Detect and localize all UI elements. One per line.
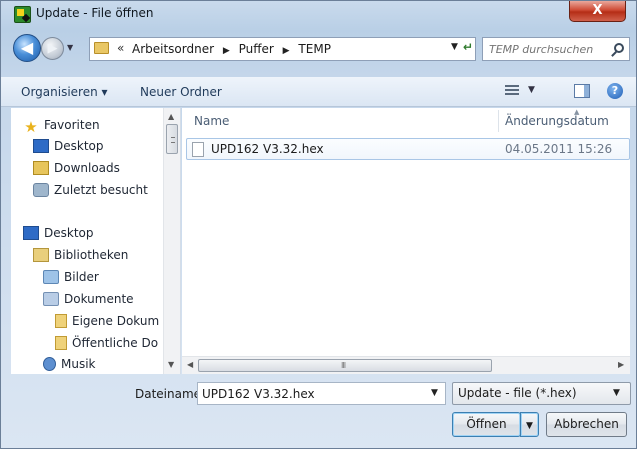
sidebar-item-oeffentliche-dokumente[interactable]: Öffentliche Do bbox=[55, 336, 158, 350]
window-title: Update - File öffnen bbox=[36, 6, 154, 20]
sidebar-item-label: Desktop bbox=[44, 226, 94, 240]
breadcrumb-separator-icon[interactable]: ▶ bbox=[223, 46, 230, 56]
breadcrumb-item-puffer[interactable]: Puffer bbox=[239, 42, 274, 56]
file-type-dropdown-icon[interactable]: ▼ bbox=[613, 388, 620, 398]
file-open-dialog: Update - File öffnen X ◀ ▶ ▼ « Arbeitsor… bbox=[0, 0, 637, 449]
organize-button[interactable]: Organisieren ▾ bbox=[21, 85, 108, 99]
grip-icon: III bbox=[341, 361, 346, 370]
sidebar-item-label: Musik bbox=[61, 357, 96, 371]
star-icon: ★ bbox=[24, 118, 38, 136]
search-icon[interactable] bbox=[614, 43, 624, 53]
breadcrumb: Arbeitsordner ▶ Puffer ▶ TEMP bbox=[132, 42, 336, 56]
file-type-select[interactable]: Update - file (*.hex) ▼ bbox=[452, 382, 631, 405]
file-name: UPD162 V3.32.hex bbox=[211, 142, 324, 156]
breadcrumb-separator-icon[interactable]: ▶ bbox=[283, 46, 290, 56]
sidebar-item-label: Zuletzt besucht bbox=[54, 183, 148, 197]
filename-label: Dateiname: bbox=[135, 387, 206, 401]
recent-places-icon bbox=[33, 183, 49, 197]
sidebar-item-label: Öffentliche Do bbox=[72, 336, 159, 350]
folder-icon bbox=[94, 42, 109, 54]
file-row[interactable]: UPD162 V3.32.hex 04.05.2011 15:26 bbox=[186, 138, 630, 160]
desktop-icon bbox=[33, 139, 49, 153]
preview-pane-icon[interactable] bbox=[574, 84, 590, 98]
file-modified-date: 04.05.2011 15:26 bbox=[505, 142, 613, 156]
column-header-modified[interactable]: Änderungsdatum bbox=[505, 114, 609, 128]
scroll-down-icon[interactable]: ▼ bbox=[168, 360, 174, 369]
sidebar-item-desktop-favorite[interactable]: Desktop bbox=[33, 139, 104, 153]
sidebar-item-label: Eigene Dokum bbox=[72, 314, 160, 328]
cancel-button[interactable]: Abbrechen bbox=[546, 412, 627, 437]
app-icon bbox=[14, 6, 31, 23]
sidebar-item-bilder[interactable]: Bilder bbox=[43, 270, 99, 284]
search-input[interactable] bbox=[489, 41, 607, 57]
forward-button[interactable]: ▶ bbox=[41, 37, 64, 60]
close-button[interactable]: X bbox=[569, 1, 626, 22]
scroll-up-icon[interactable]: ▲ bbox=[168, 112, 174, 121]
pictures-icon bbox=[43, 270, 59, 284]
change-view-icon[interactable] bbox=[505, 85, 519, 97]
chevron-down-icon: ▼ bbox=[526, 421, 533, 431]
help-icon[interactable]: ? bbox=[607, 83, 623, 99]
filename-combobox[interactable]: ▼ bbox=[197, 382, 446, 405]
sidebar-item-desktop[interactable]: Desktop bbox=[23, 226, 94, 240]
filename-dropdown-icon[interactable]: ▼ bbox=[431, 388, 438, 398]
sidebar-item-label: Bibliotheken bbox=[54, 248, 129, 262]
sidebar-item-label: Downloads bbox=[54, 161, 120, 175]
filelist-horizontal-scrollbar[interactable]: ◀ III ▶ bbox=[182, 356, 630, 374]
address-dropdown-icon[interactable]: ▼ bbox=[451, 42, 458, 52]
sidebar-scrollbar[interactable]: ▲ ▼ bbox=[163, 108, 180, 374]
sidebar-item-musik[interactable]: Musik bbox=[43, 357, 96, 371]
libraries-icon bbox=[33, 248, 49, 262]
file-list: Name ▲ Änderungsdatum UPD162 V3.32.hex 0… bbox=[182, 108, 630, 374]
open-options-button[interactable]: ▼ bbox=[520, 412, 539, 437]
search-box[interactable] bbox=[482, 37, 630, 61]
navigation-bar: ◀ ▶ ▼ « Arbeitsordner ▶ Puffer ▶ TEMP ▼ … bbox=[1, 31, 636, 67]
filename-input[interactable] bbox=[202, 386, 422, 401]
sidebar-item-bibliotheken[interactable]: Bibliotheken bbox=[33, 248, 128, 262]
grip-icon bbox=[171, 137, 175, 143]
scroll-right-icon[interactable]: ▶ bbox=[618, 360, 624, 369]
file-type-value: Update - file (*.hex) bbox=[458, 386, 577, 400]
documents-icon bbox=[43, 292, 59, 306]
toolbar: Organisieren ▾ Neuer Ordner ▼ ? bbox=[1, 77, 636, 107]
sidebar-item-eigene-dokumente[interactable]: Eigene Dokum bbox=[55, 314, 159, 328]
music-icon bbox=[43, 357, 56, 371]
desktop-icon bbox=[23, 226, 39, 240]
sidebar-item-label: Bilder bbox=[64, 270, 99, 284]
open-button[interactable]: Öffnen bbox=[452, 412, 521, 437]
navigation-pane: ★ Favoriten Desktop Downloads Zuletzt bes… bbox=[11, 108, 181, 374]
sidebar-item-label: Desktop bbox=[54, 139, 104, 153]
sidebar-item-label: Dokumente bbox=[64, 292, 134, 306]
column-header-name[interactable]: Name bbox=[194, 114, 229, 128]
sidebar-item-label: Favoriten bbox=[44, 118, 100, 132]
address-bar[interactable]: « Arbeitsordner ▶ Puffer ▶ TEMP ▼ ↵ bbox=[89, 37, 476, 61]
folder-icon bbox=[55, 314, 67, 328]
breadcrumb-item-arbeitsordner[interactable]: Arbeitsordner bbox=[132, 42, 214, 56]
sidebar-item-dokumente[interactable]: Dokumente bbox=[43, 292, 134, 306]
recent-pages-dropdown-icon[interactable]: ▼ bbox=[67, 43, 73, 52]
folder-icon bbox=[55, 336, 67, 350]
sidebar-item-favoriten[interactable]: ★ Favoriten bbox=[23, 118, 100, 136]
breadcrumb-item-temp[interactable]: TEMP bbox=[298, 42, 331, 56]
breadcrumb-overflow[interactable]: « bbox=[117, 41, 124, 55]
file-icon bbox=[192, 142, 204, 157]
back-button[interactable]: ◀ bbox=[13, 34, 41, 62]
refresh-icon[interactable]: ↵ bbox=[463, 40, 473, 54]
scroll-left-icon[interactable]: ◀ bbox=[187, 360, 193, 369]
sidebar-item-downloads[interactable]: Downloads bbox=[33, 161, 120, 175]
title-bar[interactable]: Update - File öffnen X bbox=[1, 1, 636, 29]
downloads-folder-icon bbox=[33, 161, 49, 175]
scrollbar-thumb[interactable] bbox=[166, 124, 178, 154]
scrollbar-thumb[interactable]: III bbox=[198, 359, 492, 372]
new-folder-button[interactable]: Neuer Ordner bbox=[140, 85, 222, 99]
column-divider[interactable] bbox=[498, 110, 499, 132]
views-dropdown-icon[interactable]: ▼ bbox=[528, 85, 535, 95]
sidebar-item-zuletzt-besucht[interactable]: Zuletzt besucht bbox=[33, 183, 148, 197]
